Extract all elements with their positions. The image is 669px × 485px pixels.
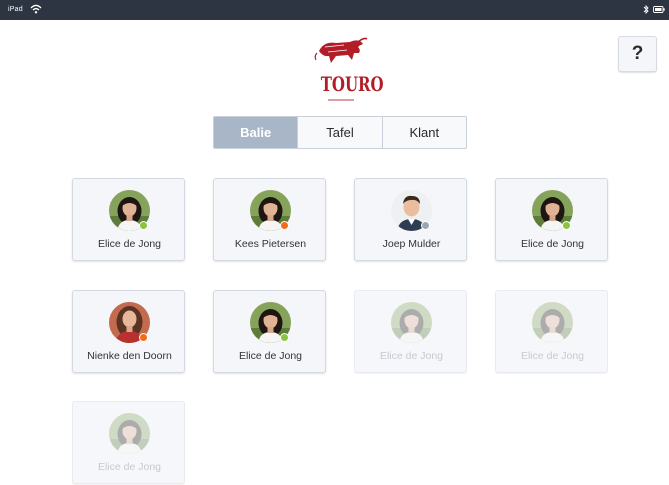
tab-klant[interactable]: Klant [381,117,466,148]
user-name: Elice de Jong [520,350,585,362]
user-card: Elice de Jong [72,401,185,484]
user-name: Elice de Jong [97,238,162,250]
avatar [109,302,150,343]
bluetooth-icon [643,4,649,16]
user-name: Elice de Jong [520,238,585,250]
user-card[interactable]: Elice de Jong [213,290,326,373]
tab-balie[interactable]: Balie [214,117,298,148]
brand-name: TOURO [320,72,384,96]
avatar [391,190,432,231]
status-indicator [280,333,289,342]
help-button[interactable]: ? [618,36,657,72]
user-card[interactable]: Nienke den Doorn [72,290,185,373]
status-bar: iPad [0,0,669,20]
user-card[interactable]: Joep Mulder [354,178,467,261]
avatar [250,302,291,343]
user-name: Kees Pietersen [234,238,307,250]
touro-logo: TOURO [314,33,384,105]
status-indicator [562,221,571,230]
user-card[interactable]: Elice de Jong [495,178,608,261]
user-name: Nienke den Doorn [87,350,172,362]
avatar [532,190,573,231]
user-name: Elice de Jong [238,350,303,362]
role-segmented-control: Balie Tafel Klant [213,116,467,149]
user-name: Elice de Jong [379,350,444,362]
user-card: Elice de Jong [495,290,608,373]
tab-tafel[interactable]: Tafel [297,117,381,148]
avatar [109,413,150,454]
user-card: Elice de Jong [354,290,467,373]
status-indicator [280,221,289,230]
status-indicator [139,333,148,342]
user-card[interactable]: Elice de Jong [72,178,185,261]
avatar [109,190,150,231]
brand-tagline-line [328,99,354,101]
user-card[interactable]: Kees Pietersen [213,178,326,261]
device-label: iPad [8,6,23,13]
user-name: Elice de Jong [97,461,162,473]
avatar [532,302,573,343]
bull-icon [314,37,368,63]
status-indicator [421,221,430,230]
user-name: Joep Mulder [382,238,441,250]
battery-icon [653,6,665,15]
wifi-icon [30,4,42,16]
avatar [391,302,432,343]
status-indicator [139,221,148,230]
avatar [250,190,291,231]
